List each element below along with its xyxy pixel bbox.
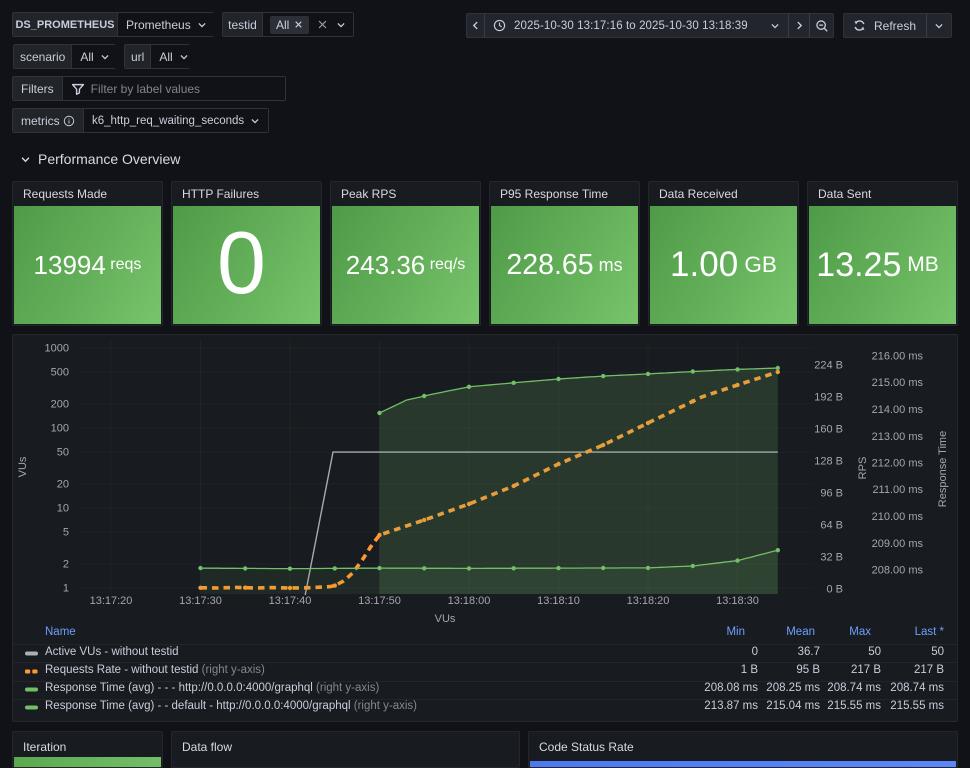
- svg-text:208.00 ms: 208.00 ms: [872, 565, 924, 577]
- svg-text:211.00 ms: 211.00 ms: [872, 484, 923, 496]
- svg-text:20: 20: [57, 478, 69, 490]
- svg-text:96 B: 96 B: [820, 488, 843, 500]
- svg-text:213.00 ms: 213.00 ms: [872, 431, 924, 443]
- svg-text:RPS: RPS: [857, 457, 869, 480]
- svg-text:13:18:00: 13:18:00: [448, 595, 491, 607]
- svg-text:192 B: 192 B: [814, 392, 843, 404]
- svg-text:5: 5: [63, 527, 69, 539]
- svg-text:128 B: 128 B: [814, 456, 843, 468]
- svg-text:10: 10: [57, 503, 69, 515]
- svg-text:13:17:40: 13:17:40: [269, 595, 312, 607]
- svg-text:32 B: 32 B: [820, 552, 843, 564]
- svg-text:1000: 1000: [45, 343, 69, 355]
- svg-text:13:18:30: 13:18:30: [716, 595, 759, 607]
- svg-text:215.00 ms: 215.00 ms: [872, 377, 924, 389]
- svg-text:160 B: 160 B: [814, 424, 843, 436]
- svg-text:100: 100: [51, 423, 69, 435]
- svg-text:212.00 ms: 212.00 ms: [872, 458, 924, 470]
- svg-text:50: 50: [57, 447, 69, 459]
- svg-text:0 B: 0 B: [826, 584, 843, 596]
- svg-text:Response Time: Response Time: [937, 431, 949, 507]
- svg-text:13:17:20: 13:17:20: [90, 595, 133, 607]
- svg-text:224 B: 224 B: [814, 360, 843, 372]
- svg-text:VUs: VUs: [17, 456, 29, 477]
- svg-text:13:18:10: 13:18:10: [537, 595, 580, 607]
- svg-text:2: 2: [63, 558, 69, 570]
- svg-text:13:18:20: 13:18:20: [627, 595, 670, 607]
- svg-text:210.00 ms: 210.00 ms: [872, 511, 924, 523]
- svg-text:500: 500: [51, 367, 69, 379]
- svg-text:200: 200: [51, 398, 69, 410]
- svg-text:216.00 ms: 216.00 ms: [872, 351, 924, 363]
- svg-text:1: 1: [63, 583, 69, 595]
- svg-text:13:17:30: 13:17:30: [179, 595, 222, 607]
- svg-text:214.00 ms: 214.00 ms: [872, 404, 924, 416]
- svg-text:13:17:50: 13:17:50: [358, 595, 401, 607]
- svg-text:64 B: 64 B: [820, 520, 843, 532]
- svg-text:209.00 ms: 209.00 ms: [872, 538, 924, 550]
